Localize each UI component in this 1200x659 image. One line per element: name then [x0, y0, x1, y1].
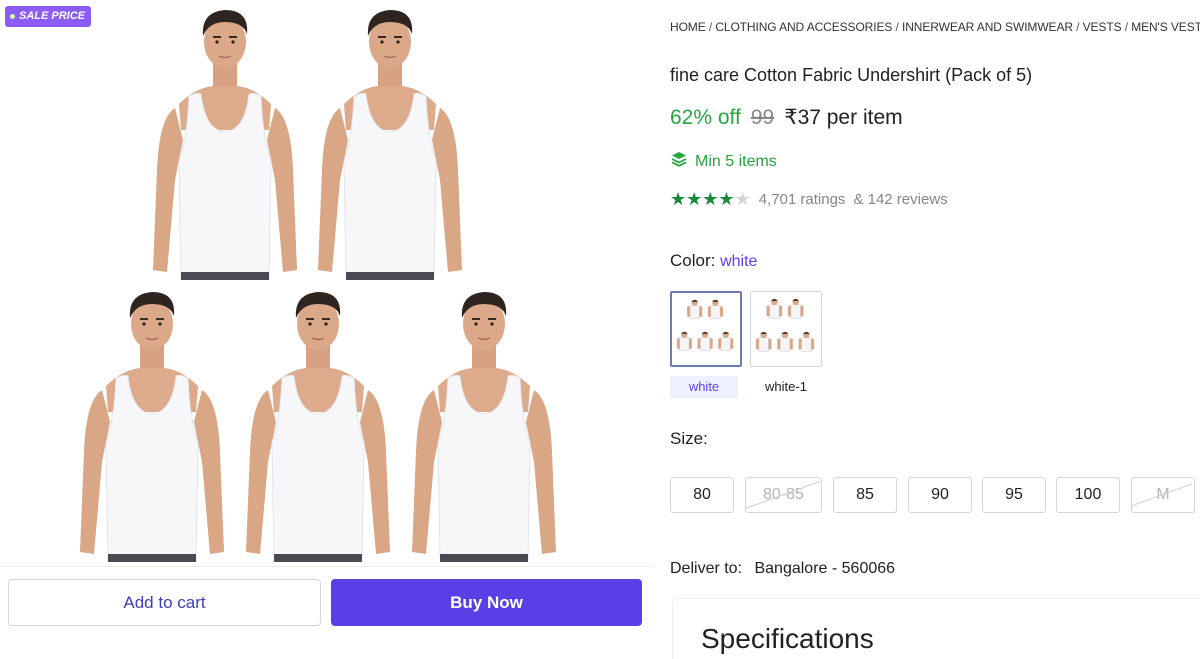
- breadcrumb-item[interactable]: VESTS: [1083, 20, 1122, 34]
- star-filled-icon: ★: [718, 189, 735, 209]
- size-option: M: [1131, 477, 1195, 513]
- sale-badge: SALE PRICE: [5, 6, 92, 27]
- breadcrumb-separator: /: [1072, 20, 1083, 34]
- sale-dot-icon: [10, 14, 15, 19]
- breadcrumb-item[interactable]: INNERWEAR AND SWIMWEAR: [902, 20, 1073, 34]
- size-option[interactable]: 85: [833, 477, 897, 513]
- color-swatch-label[interactable]: white: [670, 376, 738, 398]
- color-swatch[interactable]: [750, 291, 822, 367]
- price-row: 62% off 99 ₹37 per item: [670, 105, 903, 130]
- breadcrumb-item[interactable]: MEN'S VESTS: [1131, 20, 1200, 34]
- breadcrumb: HOME / CLOTHING AND ACCESSORIES / INNERW…: [670, 20, 1200, 34]
- star-filled-icon: ★: [670, 189, 687, 209]
- ratings-count: 4,701 ratings: [758, 191, 846, 208]
- delivery-row[interactable]: Deliver to: Bangalore - 560066: [670, 560, 895, 578]
- size-option-label: 85: [856, 486, 874, 503]
- model-figure: [145, 0, 305, 282]
- size-option[interactable]: 100: [1056, 477, 1120, 513]
- selling-price: ₹37 per item: [784, 106, 903, 129]
- color-heading: Color: white: [670, 251, 757, 271]
- size-option-label: 90: [931, 486, 949, 503]
- product-gallery: SALE PRICE Add to cart Buy Now: [0, 0, 655, 659]
- ratings-row[interactable]: ★ ★ ★ ★ ★ 4,701 ratings & 142 reviews: [670, 189, 948, 210]
- star-filled-icon: ★: [686, 189, 703, 209]
- specifications-title: Specifications: [701, 623, 874, 654]
- model-figure: [404, 282, 564, 564]
- star-filled-icon: ★: [702, 189, 719, 209]
- size-option-label: 100: [1074, 486, 1102, 503]
- size-option-label: 80: [693, 486, 711, 503]
- size-option[interactable]: 80: [670, 477, 734, 513]
- breadcrumb-item[interactable]: CLOTHING AND ACCESSORIES: [715, 20, 892, 34]
- mrp-price: 99: [750, 106, 775, 129]
- size-option: 80-85: [745, 477, 822, 513]
- layers-icon: [670, 150, 688, 173]
- action-bar: Add to cart Buy Now: [0, 566, 655, 638]
- breadcrumb-separator: /: [892, 20, 902, 34]
- color-swatch[interactable]: [670, 291, 742, 367]
- color-swatch-label[interactable]: white-1: [750, 376, 822, 398]
- breadcrumb-separator: /: [705, 20, 716, 34]
- specifications-card: Specifications: [672, 598, 1200, 659]
- color-value: white: [720, 253, 758, 270]
- star-rating: ★ ★ ★ ★ ★: [670, 189, 751, 210]
- model-figure: [310, 0, 470, 282]
- model-figure: [72, 282, 232, 564]
- color-label: Color:: [670, 251, 716, 270]
- size-label: Size:: [670, 429, 708, 448]
- discount-label: 62% off: [670, 106, 741, 129]
- size-option-label: 95: [1005, 486, 1023, 503]
- buy-now-button[interactable]: Buy Now: [331, 579, 642, 626]
- min-items-label: Min 5 items: [695, 152, 777, 170]
- delivery-location: Bangalore - 560066: [754, 560, 896, 577]
- min-items-note: Min 5 items: [670, 150, 777, 173]
- breadcrumb-separator: /: [1121, 20, 1132, 34]
- breadcrumb-item[interactable]: HOME: [670, 20, 706, 34]
- size-option[interactable]: 90: [908, 477, 972, 513]
- sale-badge-label: SALE PRICE: [19, 10, 86, 22]
- product-title: fine care Cotton Fabric Undershirt (Pack…: [670, 65, 1033, 85]
- size-option[interactable]: 95: [982, 477, 1046, 513]
- add-to-cart-button[interactable]: Add to cart: [8, 579, 321, 626]
- star-empty-icon: ★: [734, 189, 751, 209]
- product-details: HOME / CLOTHING AND ACCESSORIES / INNERW…: [670, 0, 1200, 659]
- model-figure: [238, 282, 398, 564]
- delivery-label: Deliver to:: [670, 560, 743, 577]
- reviews-count: & 142 reviews: [853, 191, 948, 208]
